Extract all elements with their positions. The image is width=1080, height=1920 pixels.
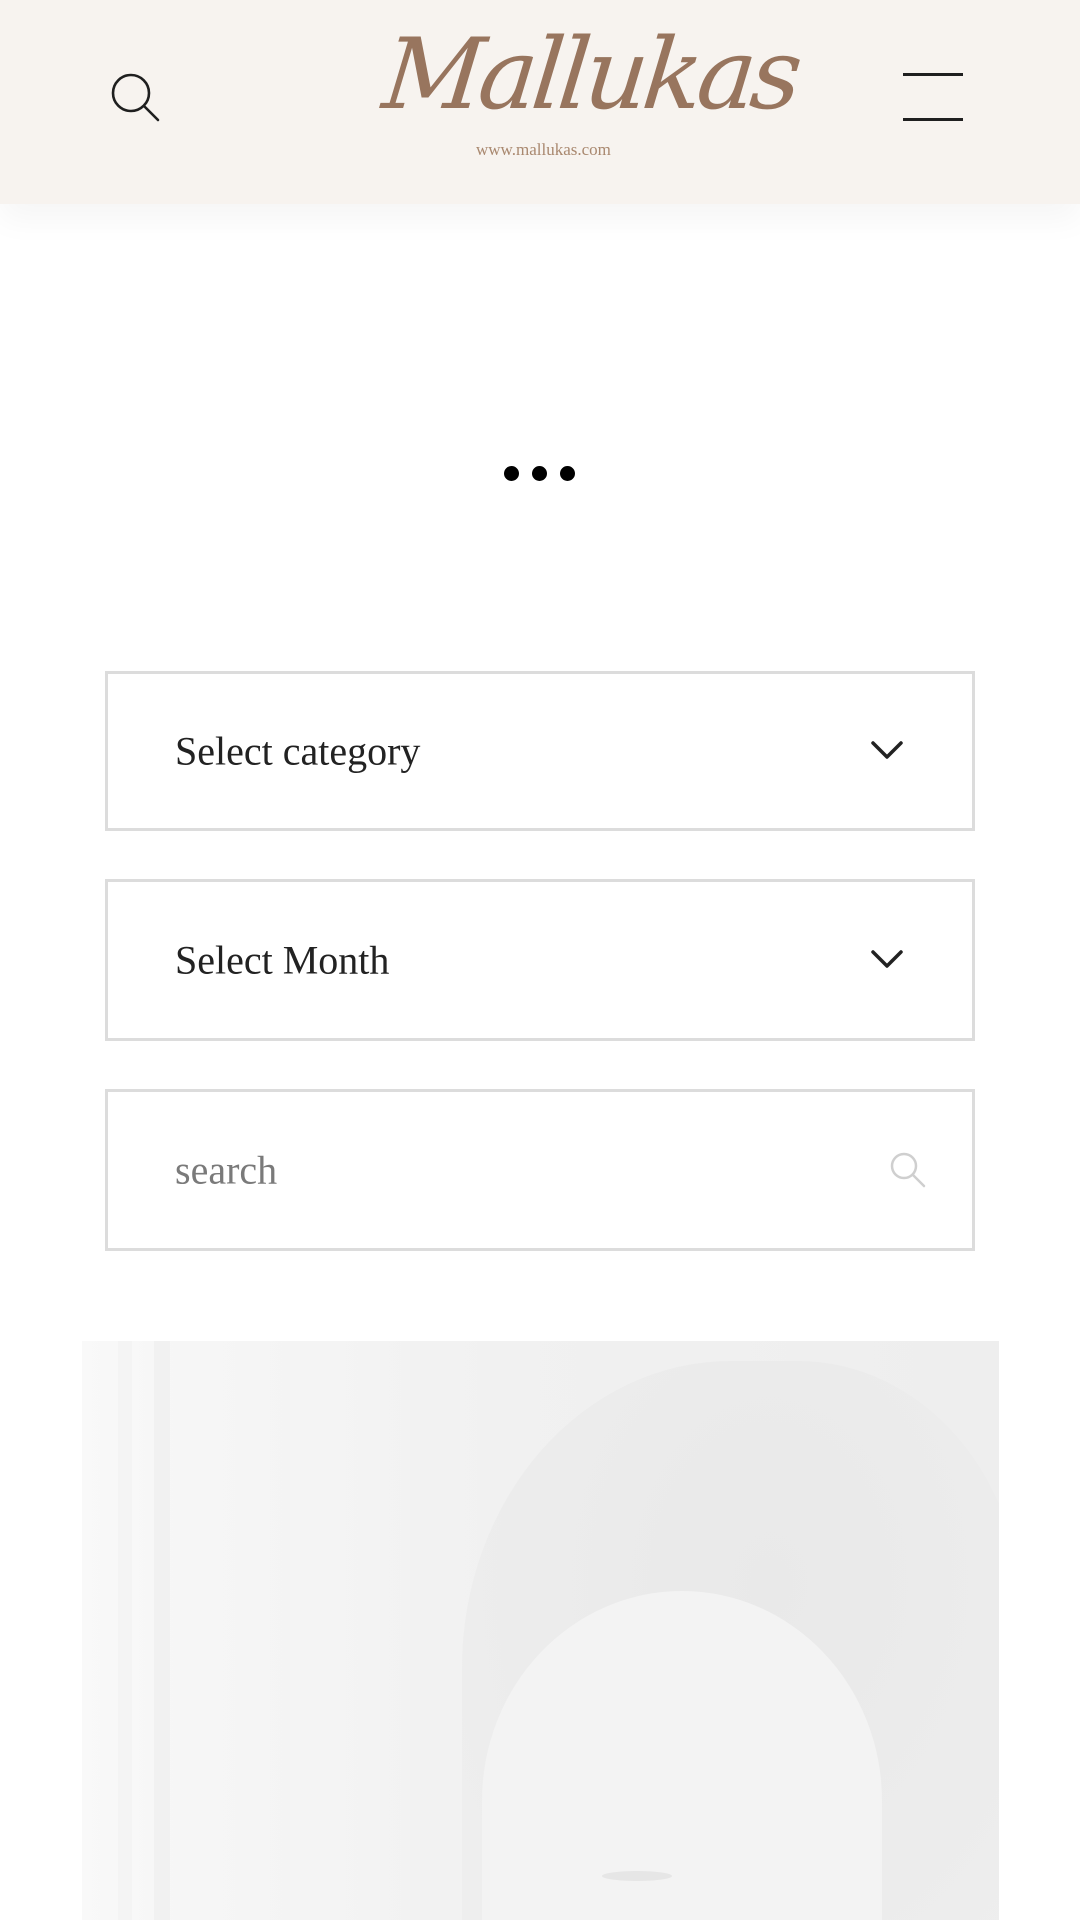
category-select[interactable]: Select category <box>105 671 975 831</box>
search-input[interactable]: search <box>105 1089 975 1251</box>
category-select-value: Select category <box>175 728 421 774</box>
chevron-down-icon <box>870 949 904 971</box>
featured-photo <box>82 1341 999 1920</box>
hamburger-menu-icon[interactable] <box>900 70 964 126</box>
search-placeholder: search <box>175 1147 278 1193</box>
month-select-value: Select Month <box>175 937 390 983</box>
chevron-down-icon <box>870 740 904 762</box>
search-icon[interactable] <box>108 70 164 126</box>
site-logo[interactable]: Mallukas www.mallukas.com <box>378 18 803 166</box>
search-submit-icon[interactable] <box>888 1150 928 1190</box>
loading-dots <box>504 464 576 484</box>
logo-wordmark: Mallukas <box>378 18 803 132</box>
logo-url: www.mallukas.com <box>476 140 611 159</box>
month-select[interactable]: Select Month <box>105 879 975 1041</box>
site-header: Mallukas www.mallukas.com <box>0 0 1080 204</box>
